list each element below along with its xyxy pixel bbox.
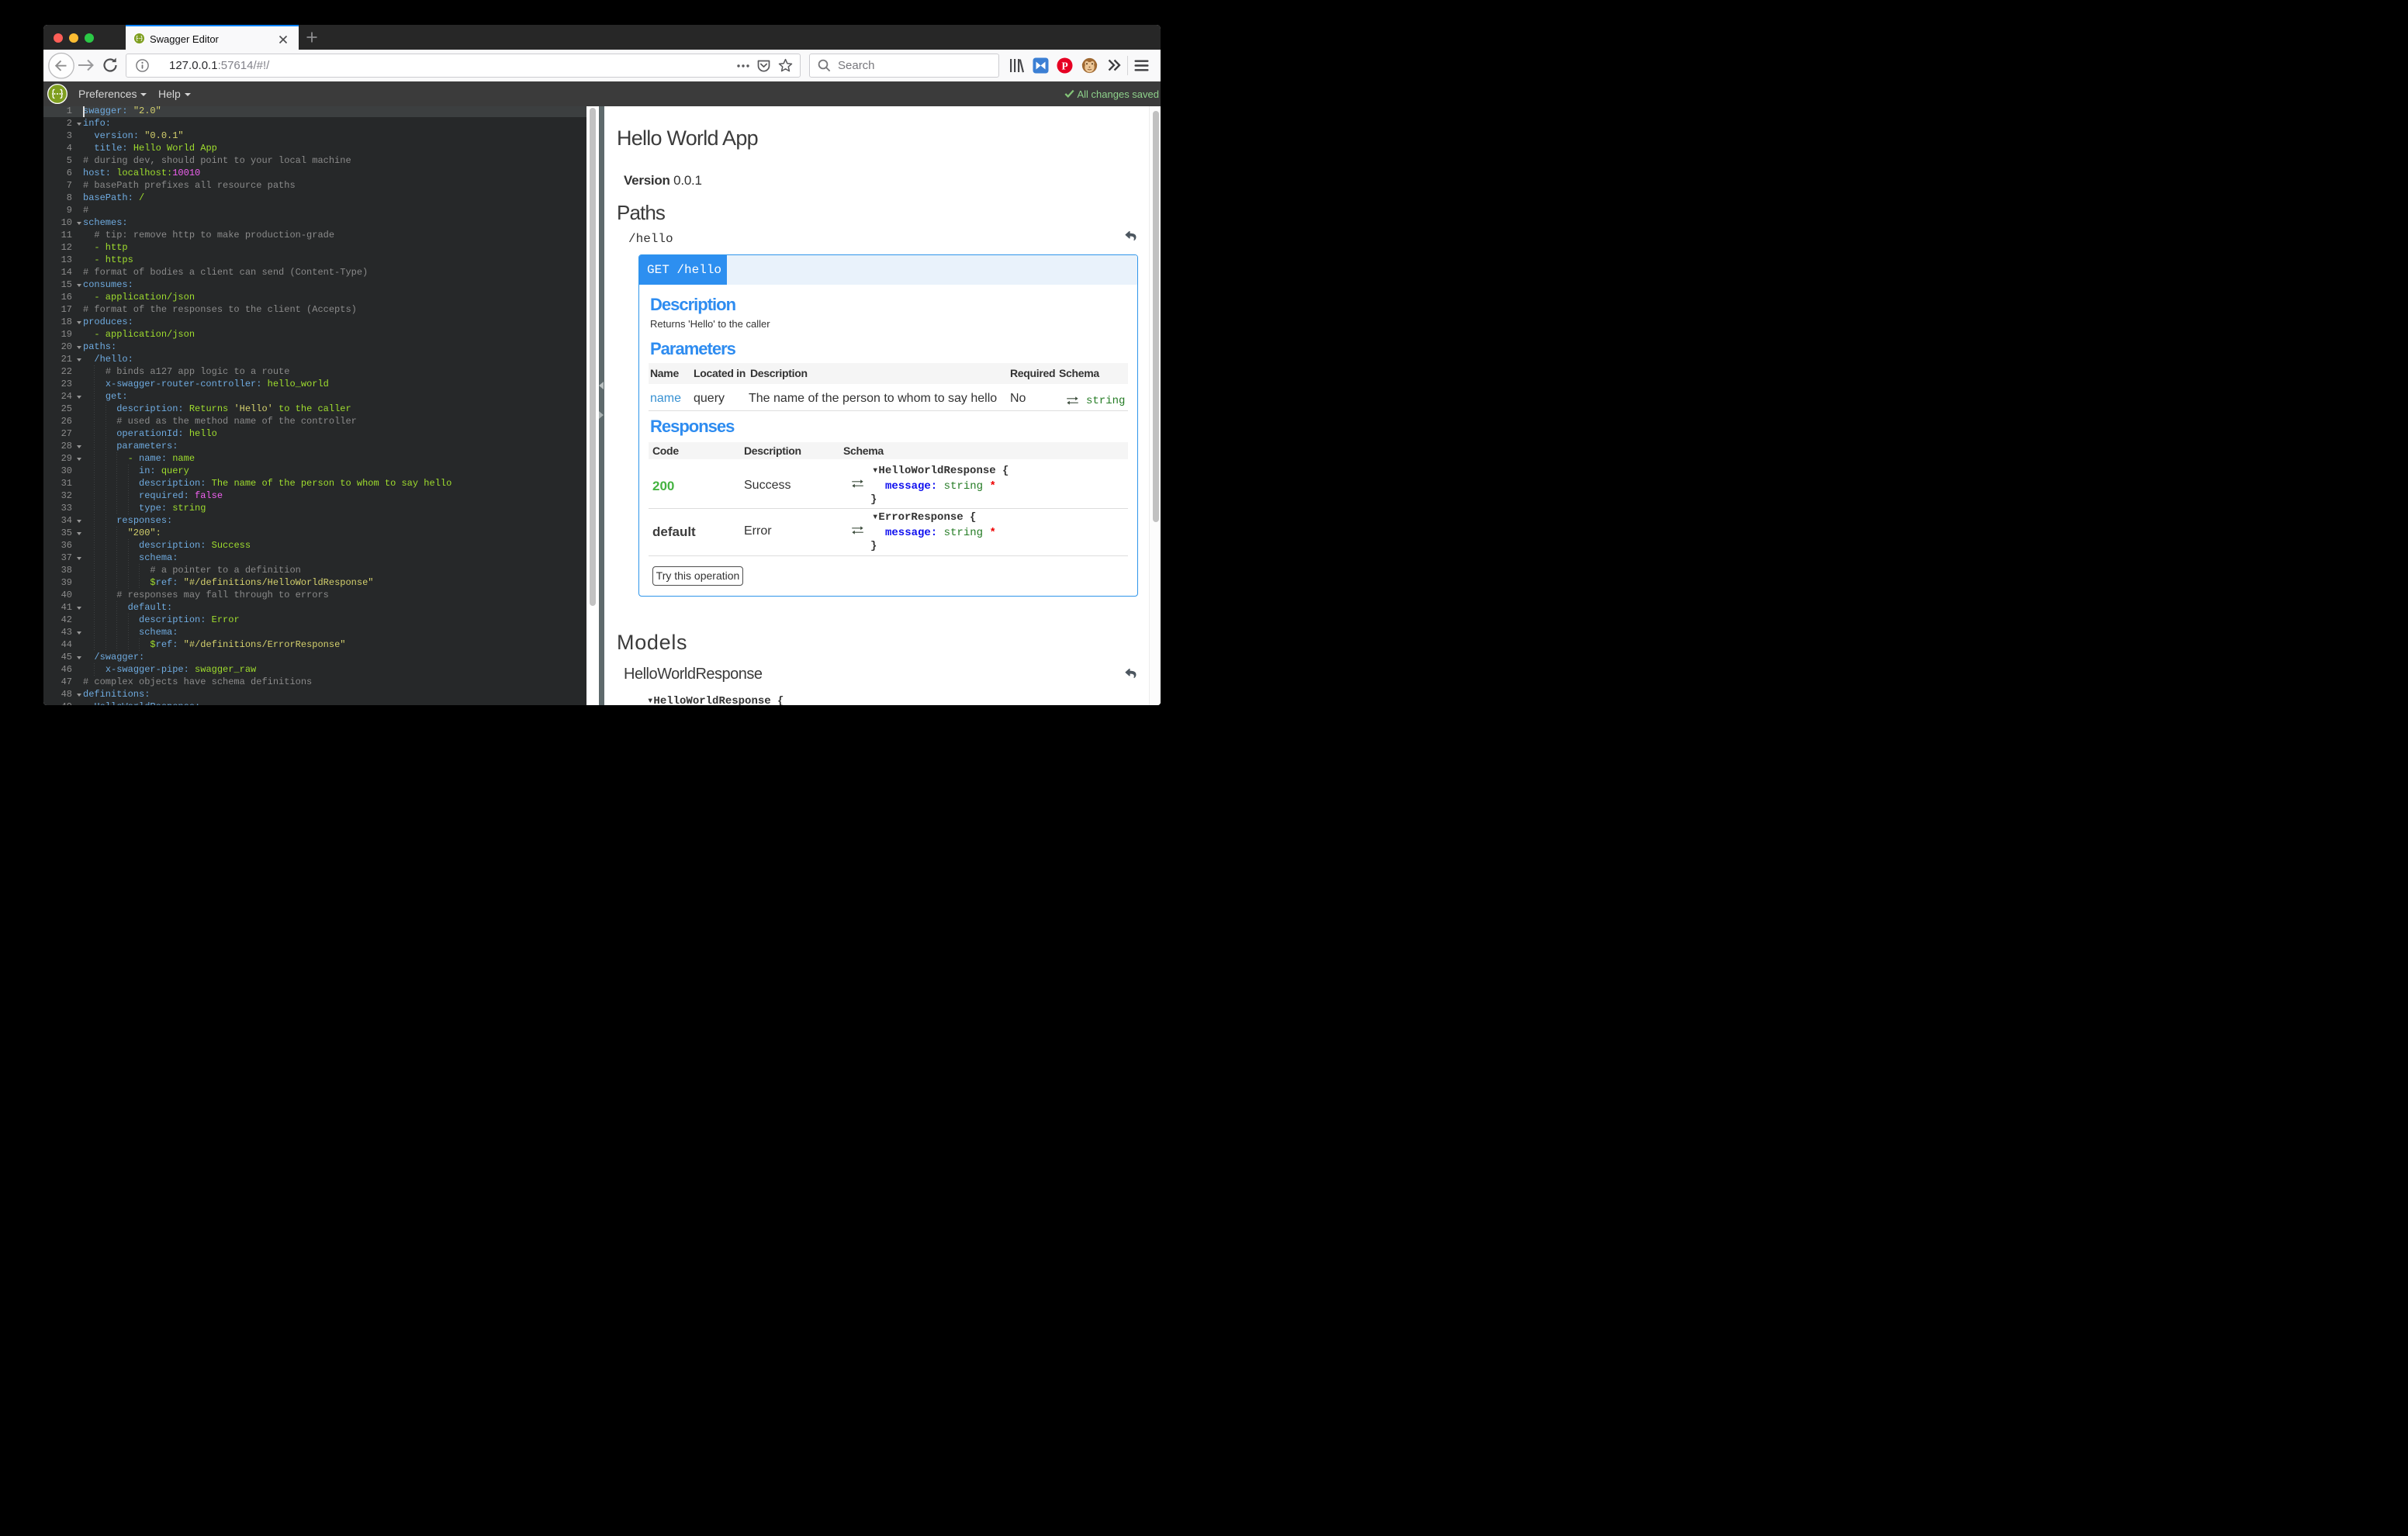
svg-text:P: P — [1062, 60, 1068, 71]
